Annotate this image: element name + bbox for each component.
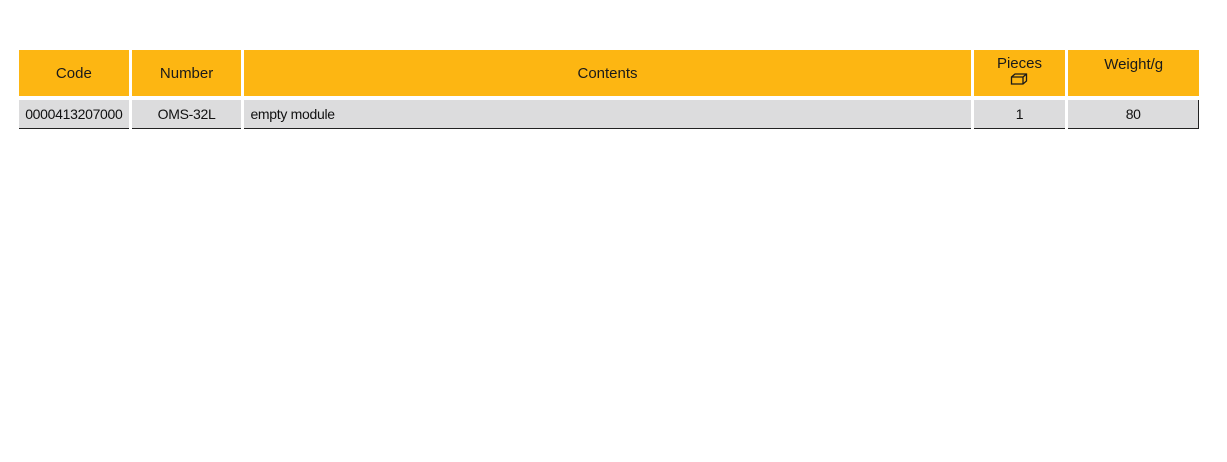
header-pieces: Pieces (973, 50, 1066, 96)
header-code: Code (19, 50, 129, 96)
header-code-label: Code (55, 64, 92, 82)
header-weight-label: Weight/g (1104, 56, 1164, 73)
cell-contents: empty module (244, 100, 971, 129)
header-contents: Contents (244, 50, 971, 96)
header-pieces-label: Pieces (996, 55, 1042, 72)
header-number-label: Number (159, 64, 214, 82)
table-header-row: Code Number Contents Pieces Weight/g (19, 50, 1200, 96)
header-number: Number (131, 50, 242, 96)
header-contents-label: Contents (577, 64, 638, 82)
table-row: 0000413207000 OMS-32L empty module 1 80 (19, 100, 1200, 129)
cell-weight: 80 (1068, 100, 1200, 129)
header-weight: Weight/g (1068, 50, 1200, 96)
product-table: Code Number Contents Pieces Weight/g 000… (19, 50, 1200, 129)
cell-number: OMS-32L (131, 100, 242, 129)
box-icon (1011, 73, 1028, 85)
cell-pieces: 1 (973, 100, 1066, 129)
cell-code: 0000413207000 (19, 100, 129, 129)
